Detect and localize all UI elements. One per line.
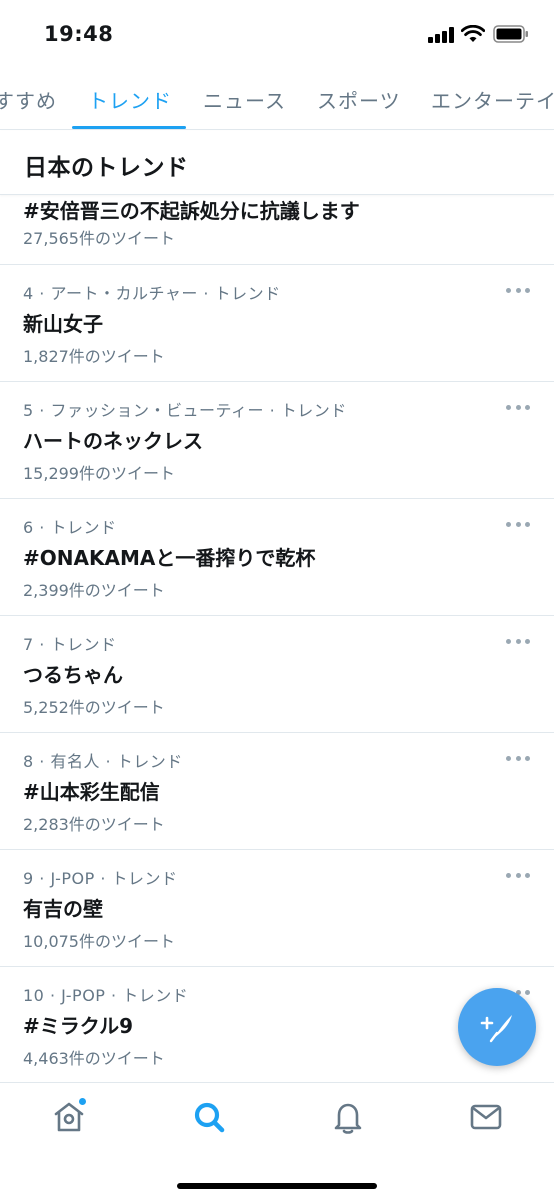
trend-name: 新山女子: [23, 312, 103, 336]
compose-tweet-icon: [480, 1015, 512, 1043]
tab-trending[interactable]: トレンド: [88, 85, 172, 114]
nav-search[interactable]: [189, 1097, 229, 1137]
trend-tweet-count: 1,827件のツイート: [23, 347, 165, 366]
trend-tweet-count: 2,399件のツイート: [23, 581, 165, 600]
trend-item[interactable]: 6 · トレンド #ONAKAMAと一番搾りで乾杯 2,399件のツイート: [0, 499, 554, 616]
section-title: 日本のトレンド: [24, 155, 189, 181]
compose-tweet-button[interactable]: [458, 988, 536, 1066]
trend-item[interactable]: 8 · 有名人 · トレンド #山本彩生配信 2,283件のツイート: [0, 733, 554, 850]
search-icon: [194, 1102, 225, 1133]
trend-context: 6 · トレンド: [23, 518, 117, 537]
nav-notifications[interactable]: [328, 1097, 368, 1137]
trend-tweet-count: 4,463件のツイート: [23, 1049, 165, 1068]
trend-name: #山本彩生配信: [23, 780, 160, 804]
more-options-icon[interactable]: [506, 285, 530, 295]
battery-icon: [493, 25, 529, 43]
trend-item[interactable]: 7 · トレンド つるちゃん 5,252件のツイート: [0, 616, 554, 733]
trend-context: 8 · 有名人 · トレンド: [23, 752, 183, 771]
nav-home[interactable]: [49, 1097, 89, 1137]
tab-entertainment[interactable]: エンターテイメ: [431, 85, 554, 114]
status-bar: 19:48: [0, 0, 554, 70]
explore-tabs: すすめ トレンド ニュース スポーツ エンターテイメ: [0, 70, 554, 130]
trends-list: #安倍晋三の不起訴処分に抗議します 27,565件のツイート 4 · アート・カ…: [0, 195, 554, 1084]
trend-item[interactable]: #安倍晋三の不起訴処分に抗議します 27,565件のツイート: [0, 195, 554, 265]
twitter-explore-screen: 19:48 すすめ トレンド ニュース スポーツ エンターテ 日本のトレンド #…: [0, 0, 554, 1200]
bottom-navigation: [0, 1082, 554, 1200]
trend-item[interactable]: 5 · ファッション・ビューティー · トレンド ハートのネックレス 15,29…: [0, 382, 554, 499]
trend-name: ハートのネックレス: [23, 429, 203, 453]
trend-tweet-count: 27,565件のツイート: [23, 229, 175, 248]
tab-sports[interactable]: スポーツ: [317, 85, 401, 114]
trend-name: つるちゃん: [23, 663, 123, 687]
messages-icon: [470, 1104, 502, 1130]
active-tab-indicator: [72, 126, 186, 129]
wifi-icon: [460, 24, 486, 43]
more-options-icon[interactable]: [506, 870, 530, 880]
trend-context: 10 · J-POP · トレンド: [23, 986, 189, 1005]
tab-news[interactable]: ニュース: [203, 85, 286, 114]
trend-name: 有吉の壁: [23, 897, 103, 921]
trend-name: #ONAKAMAと一番搾りで乾杯: [23, 546, 316, 570]
home-new-content-dot: [78, 1097, 87, 1106]
more-options-icon[interactable]: [506, 636, 530, 646]
nav-messages[interactable]: [466, 1097, 506, 1137]
more-options-icon[interactable]: [506, 519, 530, 529]
section-header: 日本のトレンド: [0, 131, 554, 195]
trend-context: 4 · アート・カルチャー · トレンド: [23, 284, 281, 303]
status-time: 19:48: [44, 22, 114, 46]
trend-tweet-count: 5,252件のツイート: [23, 698, 165, 717]
trend-item[interactable]: 9 · J-POP · トレンド 有吉の壁 10,075件のツイート: [0, 850, 554, 967]
trend-name: #安倍晋三の不起訴処分に抗議します: [23, 199, 360, 223]
tab-for-you[interactable]: すすめ: [0, 85, 57, 114]
home-indicator-bar: [177, 1183, 377, 1189]
trend-context: 5 · ファッション・ビューティー · トレンド: [23, 401, 347, 420]
more-options-icon[interactable]: [506, 753, 530, 763]
more-options-icon[interactable]: [506, 402, 530, 412]
trend-context: 9 · J-POP · トレンド: [23, 869, 178, 888]
cellular-signal-icon: [428, 27, 456, 43]
trend-item[interactable]: 4 · アート・カルチャー · トレンド 新山女子 1,827件のツイート: [0, 265, 554, 382]
trend-tweet-count: 15,299件のツイート: [23, 464, 175, 483]
notifications-icon: [334, 1103, 362, 1134]
trend-tweet-count: 2,283件のツイート: [23, 815, 165, 834]
trend-context: 7 · トレンド: [23, 635, 117, 654]
trend-tweet-count: 10,075件のツイート: [23, 932, 175, 951]
trend-name: #ミラクル9: [23, 1014, 134, 1038]
